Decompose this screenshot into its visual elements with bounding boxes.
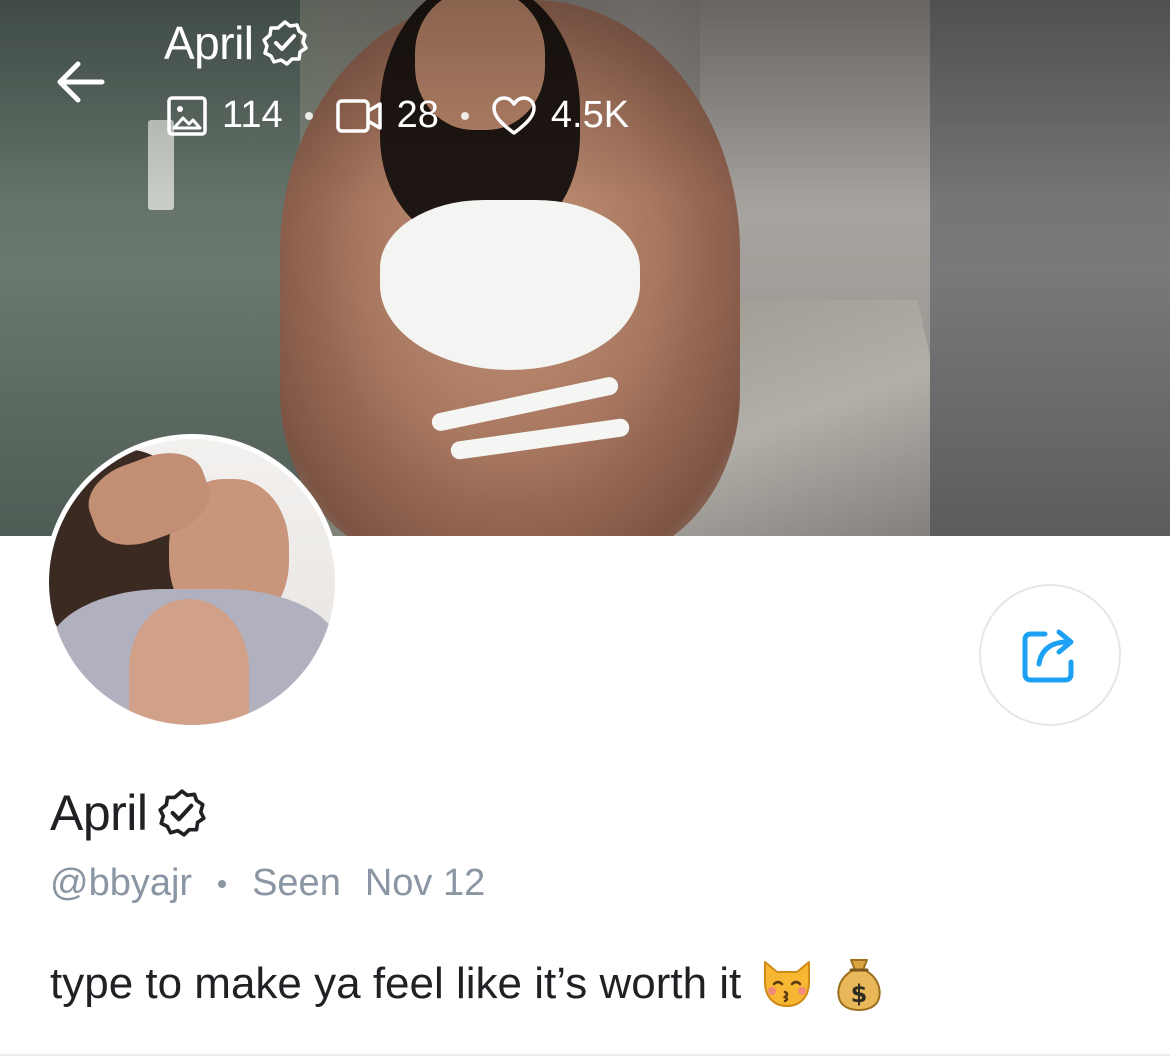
seen-date: Nov 12 <box>364 862 486 904</box>
verified-badge-icon <box>156 787 208 839</box>
stat-videos-count: 28 <box>396 94 439 136</box>
stat-likes-count: 4.5K <box>550 94 630 136</box>
video-icon <box>335 96 383 136</box>
kissing-cat-emoji <box>759 958 815 1010</box>
header-title: April <box>164 16 310 70</box>
bio-text: type to make ya feel like it’s worth it <box>50 959 742 1008</box>
separator-dot <box>460 111 469 120</box>
svg-text:$: $ <box>851 980 868 1008</box>
profile-meta: @bbyajr Seen Nov 12 <box>50 862 485 905</box>
share-button[interactable] <box>979 584 1121 726</box>
stat-photos-count: 114 <box>222 94 283 136</box>
divider <box>0 1054 1170 1056</box>
profile-name-text: April <box>50 785 148 841</box>
profile-stats: 114 28 4.5K <box>166 94 629 137</box>
arrow-left-icon <box>57 61 105 103</box>
profile-name: April <box>50 784 208 842</box>
share-icon <box>1022 629 1074 683</box>
avatar-image <box>49 439 335 725</box>
image-icon <box>166 95 208 137</box>
separator-dot <box>304 111 313 120</box>
stat-videos[interactable]: 28 <box>335 94 439 137</box>
stat-likes[interactable]: 4.5K <box>491 94 629 137</box>
profile-bio: type to make ya feel like it’s worth it … <box>50 956 885 1012</box>
verified-badge-icon <box>260 18 310 68</box>
money-bag-emoji: $ <box>833 956 885 1012</box>
cover-figure-garment <box>380 200 640 370</box>
avatar[interactable] <box>44 434 340 730</box>
header-name-text: April <box>164 17 254 69</box>
seen-label: Seen <box>252 862 341 904</box>
heart-icon <box>491 95 537 137</box>
separator-dot <box>218 879 227 888</box>
stat-photos[interactable]: 114 <box>166 94 283 137</box>
back-button[interactable] <box>50 52 110 112</box>
profile-handle: @bbyajr <box>50 862 193 904</box>
